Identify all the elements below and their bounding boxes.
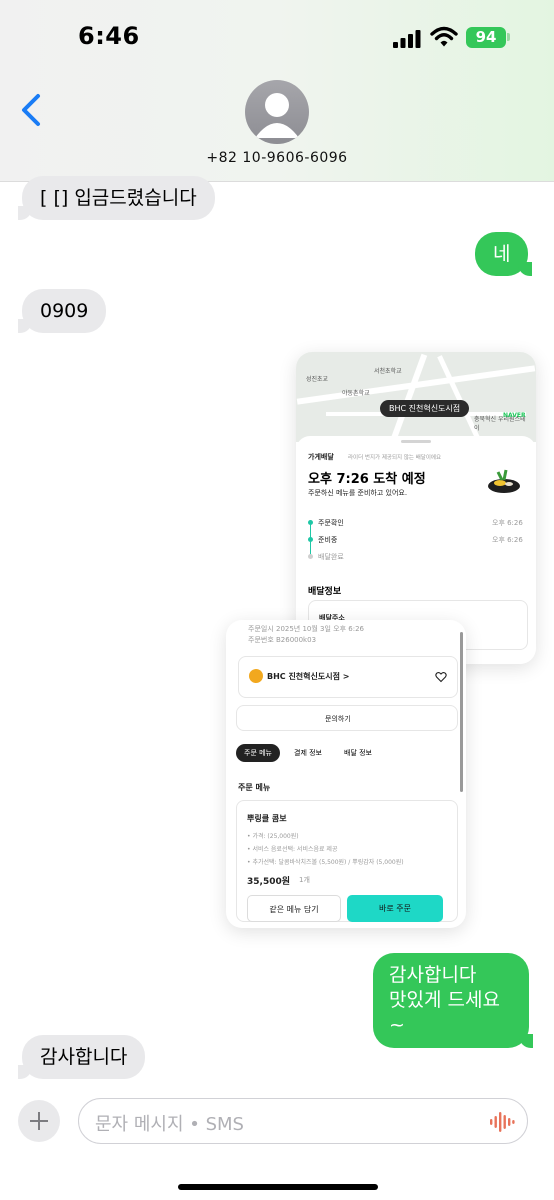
map-label: 야동촌학교 [342,390,370,397]
menu-name: 뿌링클 콤보 [247,814,287,823]
message-incoming[interactable]: 감사합니다 [17,1035,146,1079]
wifi-icon [430,26,458,47]
eta-text: 오후 7:26 도착 예정 [308,472,426,487]
store-pin: BHC 진천혁신도시점 [380,400,470,417]
scrollbar [460,632,463,792]
status-time: 6:46 [78,22,140,50]
cooking-pan-icon [488,469,520,493]
step-label: 준비중 [318,536,338,544]
store-row: BHC 진천혁신도시점 > [238,656,458,698]
delivery-notice: 라이더 번지가 제공되지 않는 배달이에요 [348,455,442,461]
step-dot [308,537,313,542]
add-attachment-button[interactable] [18,1100,60,1142]
back-chevron-icon[interactable] [18,92,44,128]
tab-delivery: 배달 정보 [344,749,372,757]
step-time: 오후 6:26 [492,519,523,527]
map-label: 성진초교 [306,376,329,383]
map-label: NAVER [503,412,526,419]
message-outgoing[interactable]: 감사합니다 맛있게 드세요~ [373,953,533,1048]
step-label: 주문확인 [318,519,344,527]
image-attachment-order[interactable]: 주문일시 2025년 10월 3일 오후 6:26 주문번호 B26000k03… [226,620,466,928]
delivery-map: 서천초학교 야동촌학교 성진초교 충북혁신 우리원스테이 NAVER BHC 진… [296,352,536,442]
person-icon [255,93,299,138]
menu-qty: 1개 [299,876,310,884]
message-incoming[interactable]: 0909 [17,289,107,333]
inquiry-label: 문의하기 [325,715,351,723]
message-placeholder: 문자 메시지 • SMS [95,1114,244,1135]
heart-icon [435,672,447,683]
order-date: 주문일시 2025년 10월 3일 오후 6:26 [248,625,364,633]
contact-name[interactable]: +82 10-9606-6096 [0,150,554,166]
battery-indicator: 94 [466,27,506,48]
store-name: BHC 진천혁신도시점 > [267,672,350,681]
message-incoming[interactable]: [ [] 입금드렸습니다 [18,176,215,220]
message-line: 감사합니다 [389,964,477,986]
map-label: 서천초학교 [374,368,402,375]
order-now-button: 바로 주문 [347,895,443,922]
menu-box: 뿌링클 콤보 • 가격: (25,000원) • 서비스 음료선택: 서비스음료… [236,800,458,922]
menu-detail: • 추가선택: 달콤바삭치즈볼 (5,500원) / 뿌링감자 (5,000원) [247,859,404,866]
menu-detail: • 가격: (25,000원) [247,833,299,840]
delivery-type: 가게배달 [308,453,334,461]
menu-heading: 주문 메뉴 [238,783,271,792]
step-label: 배달완료 [318,553,344,561]
inquiry-button: 문의하기 [236,705,458,731]
home-indicator [178,1184,378,1190]
message-input[interactable]: 문자 메시지 • SMS [78,1098,528,1144]
menu-price: 35,500원 [247,877,291,887]
sheet-handle [401,440,431,443]
contact-avatar[interactable] [245,80,309,144]
tab-order-menu: 주문 메뉴 [236,744,280,762]
message-outgoing[interactable]: 네 [475,232,534,276]
battery-tip [507,33,510,41]
message-line: 맛있게 드세요~ [389,989,500,1036]
section-title: 배달정보 [308,587,342,597]
menu-detail: • 서비스 음료선택: 서비스음료 제공 [247,846,338,853]
step-time: 오후 6:26 [492,536,523,544]
step-dot [308,554,313,559]
same-menu-button: 같은 메뉴 담기 [247,895,341,922]
status-text: 주문하신 메뉴를 준비하고 있어요. [308,489,408,497]
store-logo [249,669,263,683]
order-number: 주문번호 B26000k03 [248,636,317,644]
cellular-signal-icon [393,30,421,48]
audio-waveform-icon[interactable] [489,1112,515,1132]
image-attachment-tracking[interactable]: 서천초학교 야동촌학교 성진초교 충북혁신 우리원스테이 NAVER BHC 진… [296,352,536,664]
conversation-header: 6:46 94 +82 10-9606-6096 [0,0,554,182]
step-dot [308,520,313,525]
tab-payment: 결제 정보 [294,749,322,757]
